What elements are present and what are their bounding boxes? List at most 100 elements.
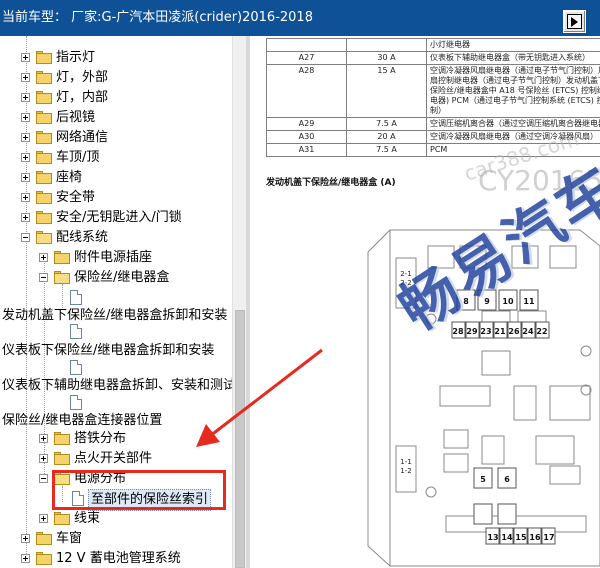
- fuse-amp-cell: [346, 38, 427, 52]
- folder-icon: [36, 71, 52, 84]
- expand-icon[interactable]: [39, 514, 48, 523]
- folder-icon: [36, 171, 52, 184]
- document-viewer: 小灯继电器 A27 30 A 仪表板下辅助继电器盒（带无钥匙进入系统） A28 …: [250, 36, 600, 568]
- fuse-label: 14: [501, 533, 513, 542]
- fuse-amp-cell: 7.5 A: [346, 143, 427, 157]
- fuse-label: 6: [504, 475, 510, 484]
- expand-icon[interactable]: [21, 93, 30, 102]
- tree-item-indicators[interactable]: 指示灯: [0, 48, 232, 68]
- folder-icon: [54, 251, 70, 264]
- document-icon: [70, 360, 82, 375]
- tree-item-label: 指示灯: [56, 50, 96, 65]
- expand-icon[interactable]: [21, 173, 30, 182]
- tree-item-label: 座椅: [56, 170, 83, 185]
- tree-item-battery-management[interactable]: 12 V 蓄电池管理系统: [0, 549, 232, 568]
- tree-item-exterior-lights[interactable]: 灯，外部: [0, 68, 232, 88]
- connector-label: 1-2: [400, 467, 411, 475]
- title-dot: .: [306, 14, 310, 25]
- title-bar: 当前车型： 厂家:G-广汽本田凌派(crider)2016-2018 .: [0, 0, 600, 36]
- fuse-amp-cell: 20 A: [346, 130, 427, 144]
- expand-icon[interactable]: [39, 454, 48, 463]
- tree-doc-row[interactable]: [0, 393, 232, 413]
- fuse-label: 15: [515, 533, 527, 542]
- tree-item-ignition-switch[interactable]: 点火开关部件: [0, 449, 232, 469]
- tree-item-wiring-system[interactable]: 配线系统: [0, 228, 232, 248]
- tree-item-fuse-relay-box[interactable]: 保险丝/继电器盒: [0, 268, 232, 288]
- fuse-label: 22: [536, 327, 547, 336]
- tree-item-windows[interactable]: 车窗: [0, 529, 232, 549]
- tree-item-harness[interactable]: 线束: [0, 509, 232, 529]
- tree-item-connector-locations[interactable]: 保险丝/继电器盒连接器位置: [0, 411, 232, 431]
- fuse-number-cell: A31: [266, 143, 347, 157]
- next-page-button[interactable]: [563, 10, 586, 33]
- document-icon: [70, 395, 82, 410]
- tree-item-security[interactable]: 安全/无钥匙进入/门锁: [0, 208, 232, 228]
- folder-icon: [36, 91, 52, 104]
- expand-icon[interactable]: [21, 53, 30, 62]
- tree-item-label: 车窗: [56, 531, 83, 546]
- fuse-number-cell: A28: [266, 64, 347, 118]
- tree-item-label: 灯，外部: [56, 70, 109, 85]
- tree-scrollbar[interactable]: [232, 36, 246, 568]
- folder-icon: [36, 51, 52, 64]
- folder-icon: [36, 211, 52, 224]
- tree-item-label: 线束: [74, 511, 101, 526]
- fuse-label: 16: [529, 533, 541, 542]
- tree-item-mirrors[interactable]: 后视镜: [0, 108, 232, 128]
- fuse-label: 24: [522, 327, 534, 336]
- expand-icon[interactable]: [21, 133, 30, 142]
- table-row: 小灯继电器: [266, 38, 600, 52]
- tree-item-interior-lights[interactable]: 灯，内部: [0, 88, 232, 108]
- fuse-label: 17: [543, 533, 554, 542]
- expand-icon[interactable]: [21, 153, 30, 162]
- fuse-amp-cell: 30 A: [346, 51, 427, 65]
- tree-item-label: 点火开关部件: [74, 451, 153, 466]
- folder-icon: [54, 512, 70, 525]
- tree-item-label: 安全/无钥匙进入/门锁: [56, 210, 182, 225]
- open-folder-icon: [36, 231, 52, 244]
- tree-item-label: 网络通信: [56, 130, 109, 145]
- tree-item-label: 12 V 蓄电池管理系统: [56, 551, 181, 566]
- play-arrow-icon: [571, 17, 578, 27]
- tree-doc-row[interactable]: [0, 322, 232, 342]
- highlight-box: [52, 470, 226, 510]
- fuse-label: 10: [502, 297, 514, 306]
- expand-icon[interactable]: [21, 193, 30, 202]
- fuse-number-cell: [266, 38, 347, 52]
- fuse-label: 21: [494, 327, 506, 336]
- collapse-icon[interactable]: [21, 233, 30, 242]
- tree-doc-row[interactable]: [0, 358, 232, 378]
- tree-item-label: 安全带: [56, 190, 96, 205]
- fuse-desc-cell: 仪表板下辅助继电器盒（带无钥匙进入系统）: [426, 51, 600, 65]
- tree-item-label: 保险丝/继电器盒: [74, 270, 170, 285]
- fuse-label: 5: [480, 475, 486, 484]
- fuse-number-cell: A29: [266, 117, 347, 131]
- fuse-label: 29: [466, 327, 478, 336]
- tree-item-network[interactable]: 网络通信: [0, 128, 232, 148]
- tree-doc-row[interactable]: [0, 288, 232, 308]
- open-folder-icon: [54, 271, 70, 284]
- tree-item-accessory-power[interactable]: 附件电源插座: [0, 248, 232, 268]
- expand-icon[interactable]: [39, 253, 48, 262]
- expand-icon[interactable]: [21, 534, 30, 543]
- tree-item-seats[interactable]: 座椅: [0, 168, 232, 188]
- tree-item-roof[interactable]: 车顶/顶: [0, 148, 232, 168]
- vehicle-model-title: 当前车型： 厂家:G-广汽本田凌派(crider)2016-2018: [2, 10, 313, 25]
- tree-item-label: 保险丝/继电器盒连接器位置: [2, 413, 163, 428]
- expand-icon[interactable]: [21, 213, 30, 222]
- tree-item-ground-distribution[interactable]: 搭铁分布: [0, 429, 232, 449]
- tree-item-seatbelts[interactable]: 安全带: [0, 188, 232, 208]
- collapse-icon[interactable]: [39, 474, 48, 483]
- fuse-desc-cell: 空调冷凝器风扇继电器（通过电子节气门控制）风扇控制继电器（通过电子节气门控制）发…: [426, 64, 600, 118]
- expand-icon[interactable]: [21, 73, 30, 82]
- scrollbar-thumb[interactable]: [235, 310, 245, 568]
- connector-label: 1-1: [400, 458, 411, 466]
- expand-icon[interactable]: [39, 434, 48, 443]
- fuse-label: 26: [508, 327, 520, 336]
- expand-icon[interactable]: [21, 113, 30, 122]
- folder-icon: [36, 151, 52, 164]
- expand-icon[interactable]: [21, 554, 30, 563]
- tree-item-label: 搭铁分布: [74, 431, 127, 446]
- collapse-icon[interactable]: [39, 273, 48, 282]
- folder-icon: [36, 552, 52, 565]
